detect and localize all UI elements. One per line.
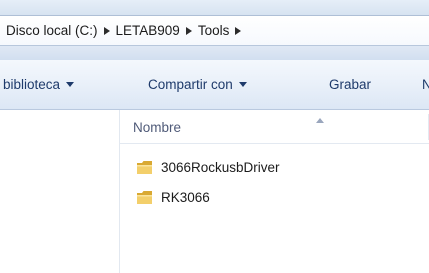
address-bar[interactable]: Disco local (C:) LETAB909 Tools (0, 15, 429, 46)
share-with-button[interactable]: Compartir con (148, 77, 247, 92)
burn-button[interactable]: Grabar (329, 77, 371, 92)
window-frame-top (0, 0, 429, 15)
breadcrumb-item-letab909[interactable]: LETAB909 (116, 23, 180, 38)
command-bar: biblioteca Compartir con Grabar N (0, 60, 429, 110)
list-item-name: 3066RockusbDriver (161, 159, 280, 175)
breadcrumb-item-tools[interactable]: Tools (198, 23, 230, 38)
folder-icon (137, 190, 152, 204)
folder-icon (137, 160, 152, 174)
column-header-row: Nombre (120, 110, 429, 144)
chevron-down-icon (238, 82, 247, 87)
breadcrumb-item-drive[interactable]: Disco local (C:) (6, 23, 98, 38)
list-item[interactable]: RK3066 (136, 187, 210, 207)
file-list[interactable]: Nombre 3066RockusbDriver RK3066 (120, 110, 429, 273)
list-item-name: RK3066 (161, 189, 210, 205)
share-with-label: Compartir con (148, 77, 233, 92)
column-header-name[interactable]: Nombre (133, 120, 181, 135)
chevron-right-icon[interactable] (229, 25, 247, 37)
chevron-down-icon (66, 82, 75, 87)
burn-label: Grabar (329, 77, 372, 92)
sort-ascending-icon (316, 112, 324, 126)
truncated-command-button[interactable]: N (422, 77, 429, 92)
chevron-right-icon[interactable] (180, 25, 198, 37)
list-item[interactable]: 3066RockusbDriver (136, 157, 280, 177)
library-menu-label: biblioteca (3, 77, 61, 92)
window-frame-gap (0, 46, 429, 60)
library-menu-button[interactable]: biblioteca (3, 77, 75, 92)
navigation-pane[interactable] (0, 110, 120, 273)
truncated-command-label: N (422, 77, 429, 92)
chevron-right-icon[interactable] (98, 25, 116, 37)
